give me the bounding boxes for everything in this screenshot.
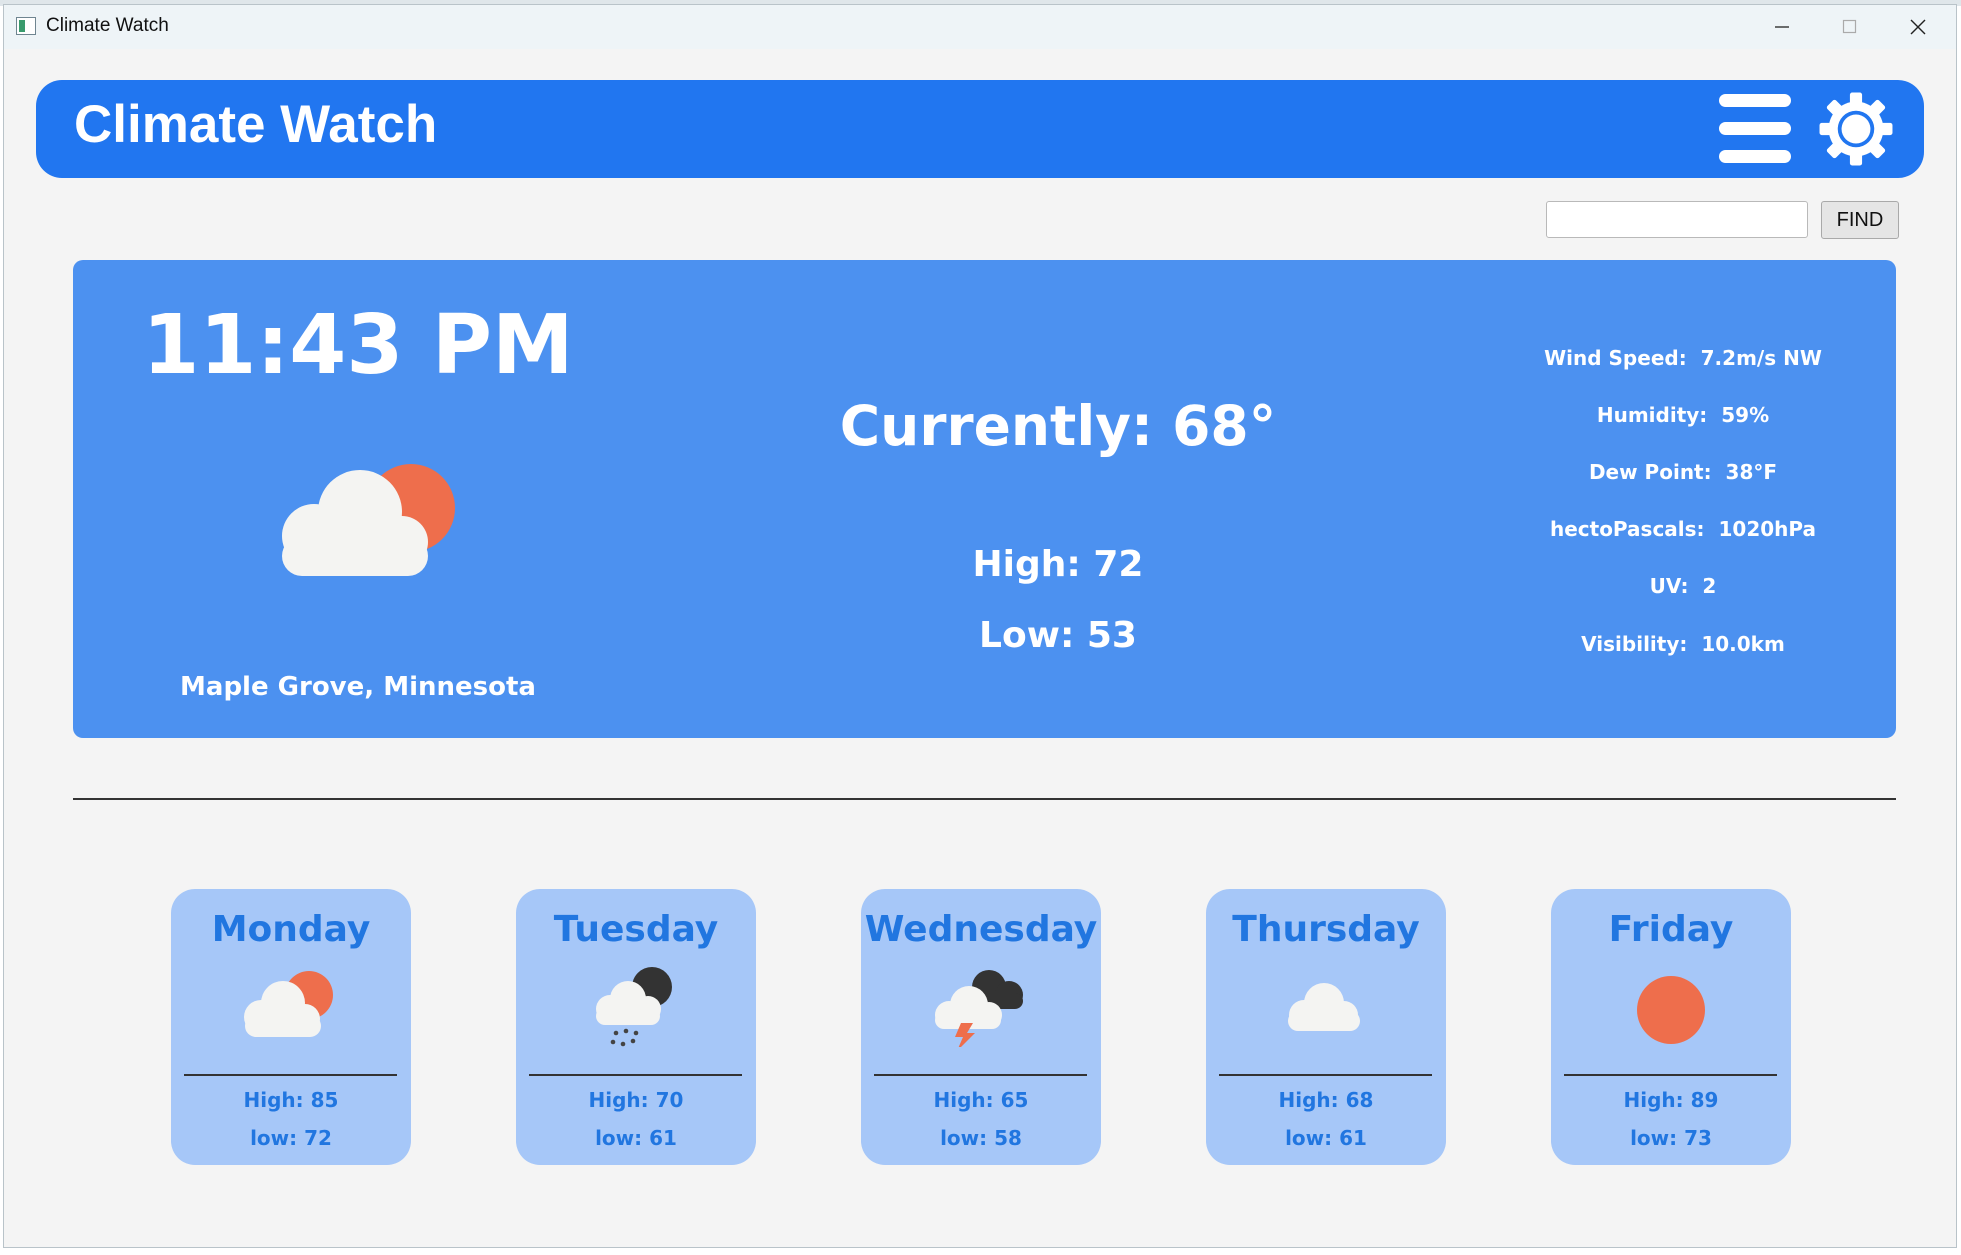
maximize-icon — [1842, 19, 1857, 34]
forecast-low: low: 61 — [595, 1126, 677, 1150]
forecast-day: Monday — [211, 909, 371, 950]
forecast-day: Thursday — [1232, 909, 1420, 950]
gear-icon[interactable] — [1818, 91, 1894, 167]
forecast-card-divider — [1219, 1074, 1432, 1076]
forecast-high: High: 65 — [933, 1088, 1029, 1112]
sun-icon — [1637, 976, 1705, 1044]
app-window: Climate Watch Climate Watch FIND 11:43 P… — [3, 4, 1957, 1248]
section-divider — [73, 798, 1896, 800]
forecast-day: Friday — [1608, 909, 1734, 950]
location-label: Maple Grove, Minnesota — [180, 672, 536, 702]
forecast-low: low: 61 — [1285, 1126, 1367, 1150]
current-time: 11:43 PM — [142, 298, 574, 393]
app-window-icon — [16, 17, 36, 35]
close-button[interactable] — [1884, 5, 1952, 49]
app-title: Climate Watch — [74, 95, 438, 154]
forecast-low: low: 58 — [940, 1126, 1022, 1150]
forecast-high: High: 85 — [243, 1088, 339, 1112]
app-header: Climate Watch — [36, 80, 1924, 178]
forecast-card-thursday: Thursday High: 68 low: 61 — [1206, 889, 1446, 1165]
today-high: High: 72 — [972, 544, 1144, 585]
detail-humidity: Humidity: 59% — [1596, 403, 1770, 427]
current-weather-panel: 11:43 PM Maple Grove, Minnesota Currentl… — [73, 260, 1896, 738]
minimize-icon — [1775, 26, 1789, 28]
forecast-card-friday: Friday High: 89 low: 73 — [1551, 889, 1791, 1165]
forecast-card-tuesday: Tuesday High: 70 low: 61 — [516, 889, 756, 1165]
forecast-card-monday: Monday High: 85 low: 72 — [171, 889, 411, 1165]
rain-cloud-icon — [596, 967, 672, 1047]
forecast-card-divider — [874, 1074, 1087, 1076]
today-low: Low: 53 — [979, 615, 1137, 656]
detail-wind-speed: Wind Speed: 7.2m/s NW — [1544, 346, 1822, 370]
detail-visibility: Visibility: 10.0km — [1581, 632, 1785, 656]
title-bar[interactable]: Climate Watch — [4, 5, 1956, 49]
forecast-high: High: 89 — [1623, 1088, 1719, 1112]
detail-dew-point: Dew Point: 38°F — [1588, 460, 1778, 484]
current-temperature: Currently: 68° — [839, 394, 1277, 458]
close-icon — [1910, 19, 1926, 35]
find-button[interactable]: FIND — [1821, 201, 1899, 239]
forecast-high: High: 70 — [588, 1088, 684, 1112]
forecast-low: low: 72 — [250, 1126, 332, 1150]
partly-cloudy-icon — [244, 971, 333, 1037]
detail-pressure: hectoPascals: 1020hPa — [1549, 517, 1817, 541]
forecast-card-divider — [184, 1074, 397, 1076]
forecast-card-divider — [529, 1074, 742, 1076]
partly-cloudy-icon — [282, 464, 455, 576]
cloud-icon — [1288, 983, 1360, 1031]
hamburger-menu-icon[interactable] — [1719, 94, 1791, 164]
minimize-button[interactable] — [1748, 5, 1816, 49]
search-input[interactable] — [1546, 201, 1808, 238]
forecast-low: low: 73 — [1630, 1126, 1712, 1150]
forecast-high: High: 68 — [1278, 1088, 1374, 1112]
window-title: Climate Watch — [46, 15, 169, 36]
forecast-card-wednesday: Wednesday High: 65 low: 58 — [861, 889, 1101, 1165]
detail-uv: UV: 2 — [1649, 574, 1717, 598]
thunderstorm-icon — [935, 970, 1023, 1047]
forecast-day: Tuesday — [553, 909, 719, 950]
forecast-card-divider — [1564, 1074, 1777, 1076]
maximize-button[interactable] — [1816, 5, 1884, 49]
forecast-day: Wednesday — [864, 909, 1098, 950]
